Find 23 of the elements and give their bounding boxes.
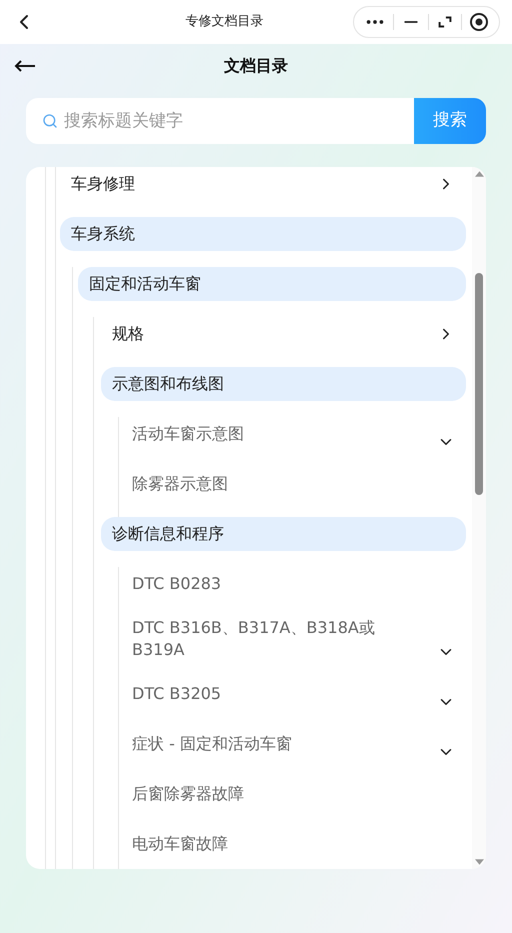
search-icon [42,113,58,129]
tree-item[interactable]: 车身修理 [60,167,466,201]
tree-item[interactable]: DTC B316B、B317A、B318A或B319A [121,617,466,661]
tree-item[interactable]: 活动车窗示意图 [121,417,466,451]
tree-item[interactable]: 规格 [101,317,466,351]
tree-item[interactable]: 诊断信息和程序 [101,517,466,551]
scroll-down-icon[interactable] [474,859,484,865]
record-icon[interactable] [469,12,489,32]
tree-item[interactable]: 固定和活动车窗 [78,267,466,301]
scrollbar-thumb[interactable] [475,273,483,495]
window-title: 专修文档目录 [184,13,264,32]
back-arrow-icon[interactable] [14,60,36,72]
tree-item[interactable]: 症状 - 固定和活动车窗 [121,727,466,761]
tree-item[interactable]: DTC B3205 [121,677,466,711]
search-button[interactable]: 搜索 [414,98,486,144]
tree-item[interactable]: 除雾器示意图 [121,467,466,501]
tree-item[interactable]: DTC B0283 [121,567,466,601]
tree-item[interactable]: 电动车窗故障 [121,827,466,861]
tree-item[interactable]: 示意图和布线图 [101,367,466,401]
tree-item[interactable]: 车身系统 [60,217,466,251]
page-title: 文档目录 [223,55,289,77]
scroll-up-icon[interactable] [474,171,484,177]
tree-item[interactable]: 后窗除雾器故障 [121,777,466,811]
